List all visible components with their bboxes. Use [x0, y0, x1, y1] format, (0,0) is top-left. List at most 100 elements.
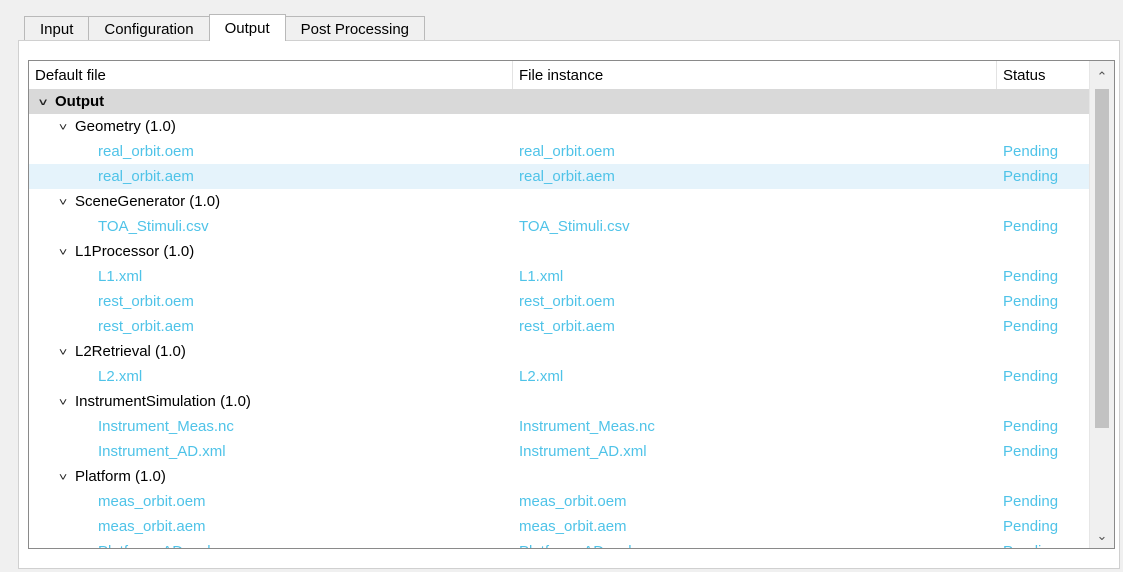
empty-cell [513, 239, 997, 264]
tab-output[interactable]: Output [208, 14, 286, 41]
tree-group-row[interactable]: ˅ Geometry (1.0) [29, 114, 1089, 139]
tree-node-label: SceneGenerator (1.0) [75, 193, 221, 210]
empty-cell [997, 389, 1089, 414]
status-cell: Pending [1003, 418, 1059, 435]
empty-cell [997, 89, 1089, 114]
tab-input[interactable]: Input [24, 16, 90, 41]
tree-file-row[interactable]: rest_orbit.aem rest_orbit.aem Pending [29, 314, 1089, 339]
empty-cell [997, 189, 1089, 214]
tree-node-cell: ˅ Geometry (1.0) [29, 114, 513, 139]
tab-bar: Input Configuration Output Post Processi… [24, 14, 426, 41]
status-cell: Pending [997, 539, 1089, 548]
tree-node-label: L2Retrieval (1.0) [75, 343, 186, 360]
file-instance-cell: real_orbit.aem [519, 168, 615, 185]
default-file-cell: meas_orbit.aem [98, 518, 206, 535]
tree-file-row[interactable]: meas_orbit.oem meas_orbit.oem Pending [29, 489, 1089, 514]
tree-file-row[interactable]: rest_orbit.oem rest_orbit.oem Pending [29, 289, 1089, 314]
file-instance-cell: real_orbit.oem [519, 143, 615, 160]
tree-file-row[interactable]: TOA_Stimuli.csv TOA_Stimuli.csv Pending [29, 214, 1089, 239]
default-file-cell: Instrument_Meas.nc [98, 418, 234, 435]
chevron-down-icon[interactable]: ˅ [53, 116, 74, 139]
file-instance-cell: rest_orbit.aem [519, 318, 615, 335]
column-header-file-instance[interactable]: File instance [513, 61, 997, 89]
default-file-cell: Instrument_AD.xml [98, 443, 226, 460]
tree-node-cell: ˅ InstrumentSimulation (1.0) [29, 389, 513, 414]
default-file-cell: Platform_AD.xml [29, 539, 513, 548]
empty-cell [513, 189, 997, 214]
status-cell: Pending [1003, 168, 1059, 185]
tree-rows: ˅ Output ˅ Geometry (1.0) real_orbit.oem real… [29, 89, 1089, 548]
empty-cell [997, 464, 1089, 489]
default-file-cell: L2.xml [98, 368, 143, 385]
scrollbar-thumb[interactable] [1095, 89, 1109, 428]
tree-file-row[interactable]: Platform_AD.xmlPlatform_AD.xmlPending [29, 539, 1089, 548]
tree-node-cell: ˅ Output [29, 89, 513, 114]
chevron-down-icon[interactable]: ˅ [53, 466, 74, 489]
tree-group-row[interactable]: ˅ L2Retrieval (1.0) [29, 339, 1089, 364]
status-cell: Pending [1003, 268, 1059, 285]
empty-cell [513, 389, 997, 414]
chevron-down-icon[interactable]: ˅ [53, 191, 74, 214]
empty-cell [513, 114, 997, 139]
tree-root-row[interactable]: ˅ Output [29, 89, 1089, 114]
empty-cell [513, 89, 997, 114]
file-instance-cell: Instrument_Meas.nc [519, 418, 655, 435]
tree-node-label: Output [55, 93, 105, 110]
chevron-down-icon[interactable]: ˅ [33, 91, 54, 114]
tree-node-label: InstrumentSimulation (1.0) [75, 393, 251, 410]
chevron-down-icon[interactable]: ˅ [53, 341, 74, 364]
default-file-cell: L1.xml [98, 268, 143, 285]
status-cell: Pending [1003, 293, 1059, 310]
tree-header: Default file File instance Status [29, 61, 1089, 89]
file-instance-cell: meas_orbit.aem [519, 518, 627, 535]
output-file-tree[interactable]: Default file File instance Status ˅ Outpu… [28, 60, 1115, 549]
empty-cell [997, 339, 1089, 364]
default-file-cell: rest_orbit.oem [98, 293, 194, 310]
tab-configuration[interactable]: Configuration [88, 16, 210, 41]
tree-node-cell: ˅ SceneGenerator (1.0) [29, 189, 513, 214]
default-file-cell: rest_orbit.aem [98, 318, 194, 335]
empty-cell [513, 464, 997, 489]
tree-group-row[interactable]: ˅ Platform (1.0) [29, 464, 1089, 489]
status-cell: Pending [1003, 318, 1059, 335]
file-instance-cell: L1.xml [519, 268, 564, 285]
tab-post-processing[interactable]: Post Processing [284, 16, 426, 41]
scroll-down-arrow-icon[interactable]: ⌄ [1090, 524, 1114, 548]
empty-cell [997, 239, 1089, 264]
tree-file-row[interactable]: L2.xml L2.xml Pending [29, 364, 1089, 389]
chevron-down-icon[interactable]: ˅ [53, 391, 74, 414]
tree-node-label: L1Processor (1.0) [75, 243, 195, 260]
tree-node-label: Geometry (1.0) [75, 118, 176, 135]
tree-file-row[interactable]: real_orbit.oem real_orbit.oem Pending [29, 139, 1089, 164]
tree-file-row[interactable]: Instrument_AD.xml Instrument_AD.xml Pendin… [29, 439, 1089, 464]
tree-file-row[interactable]: meas_orbit.aem meas_orbit.aem Pending [29, 514, 1089, 539]
tree-file-row[interactable]: L1.xml L1.xml Pending [29, 264, 1089, 289]
tree-group-row[interactable]: ˅ InstrumentSimulation (1.0) [29, 389, 1089, 414]
default-file-cell: TOA_Stimuli.csv [98, 218, 209, 235]
vertical-scrollbar[interactable]: ⌃ ⌄ [1089, 61, 1114, 548]
default-file-cell: real_orbit.aem [98, 168, 194, 185]
tree-group-row[interactable]: ˅ L1Processor (1.0) [29, 239, 1089, 264]
status-cell: Pending [1003, 518, 1059, 535]
file-instance-cell: Instrument_AD.xml [519, 443, 647, 460]
status-cell: Pending [1003, 218, 1059, 235]
file-instance-cell: Platform_AD.xml [513, 539, 997, 548]
tree-file-row[interactable]: Instrument_Meas.nc Instrument_Meas.nc Pend… [29, 414, 1089, 439]
column-header-default-file[interactable]: Default file [29, 61, 513, 89]
chevron-down-icon[interactable]: ˅ [53, 241, 74, 264]
empty-cell [997, 114, 1089, 139]
file-instance-cell: meas_orbit.oem [519, 493, 627, 510]
status-cell: Pending [1003, 493, 1059, 510]
empty-cell [513, 339, 997, 364]
column-header-status[interactable]: Status [997, 61, 1089, 89]
status-cell: Pending [1003, 443, 1059, 460]
scroll-up-arrow-icon[interactable]: ⌃ [1090, 65, 1114, 89]
status-cell: Pending [1003, 143, 1059, 160]
status-cell: Pending [1003, 368, 1059, 385]
tree-node-cell: ˅ L2Retrieval (1.0) [29, 339, 513, 364]
file-instance-cell: rest_orbit.oem [519, 293, 615, 310]
tree-file-row[interactable]: real_orbit.aem real_orbit.aem Pending [29, 164, 1089, 189]
tree-group-row[interactable]: ˅ SceneGenerator (1.0) [29, 189, 1089, 214]
tree-node-label: Platform (1.0) [75, 468, 166, 485]
file-instance-cell: TOA_Stimuli.csv [519, 218, 630, 235]
